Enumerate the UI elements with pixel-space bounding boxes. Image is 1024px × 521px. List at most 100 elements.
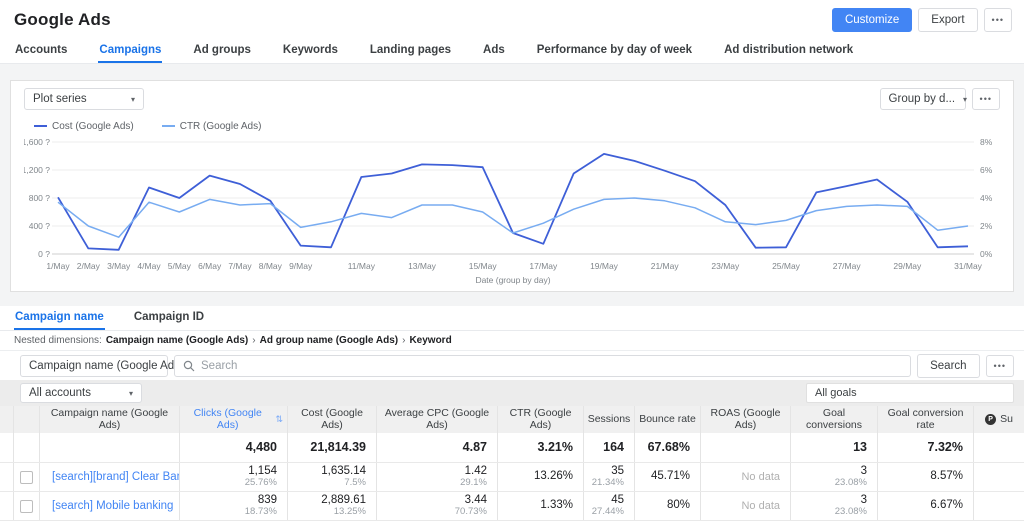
campaign-link[interactable]: [search] Mobile banking [52,500,173,512]
legend-color-swatch [162,125,175,127]
column-header-label: CTR (Google Ads) [502,408,579,431]
export-button[interactable]: Export [918,8,977,32]
column-header-cost-google-ads[interactable]: Cost (Google Ads) [287,406,376,433]
dimension-tab-campaign-id[interactable]: Campaign ID [133,306,205,330]
campaign-name-cell: [search][brand] Clear Bank [39,463,179,491]
table-cell: 45.71% [634,463,700,491]
cell-subvalue: 23.08% [835,478,867,489]
search-input[interactable] [201,360,902,372]
column-header-label: Goal conversions [795,408,873,431]
svg-text:29/May: 29/May [893,261,922,271]
plot-series-dropdown[interactable]: Plot series ▾ [24,88,144,110]
svg-text:13/May: 13/May [408,261,437,271]
series-line-cost-google-ads [58,154,968,250]
table-cell: 83918.73% [179,492,287,520]
column-header-label: Su [1000,414,1013,426]
main-nav-tabs: Accounts Campaigns Ad groups Keywords Landin… [0,40,1024,64]
search-box[interactable] [174,355,911,377]
tab-performance-by-day-of-week[interactable]: Performance by day of week [536,40,693,63]
column-header-sessions[interactable]: Sessions [583,406,634,433]
legend-item-ctr-google-ads[interactable]: CTR (Google Ads) [162,121,262,132]
table-row: [search][brand] Clear Bank1,15425.76%1,6… [0,463,1024,492]
summary-cell: 21,814.39 [287,433,376,462]
header-actions: Customize Export ••• [832,8,1012,32]
column-header-average-cpc-google-ads[interactable]: Average CPC (Google Ads) [376,406,497,433]
chevron-down-icon: ▾ [131,95,135,104]
svg-text:800 ?: 800 ? [29,193,51,203]
campaign-link[interactable]: [search][brand] Clear Bank [52,471,179,483]
svg-text:8/May: 8/May [259,261,283,271]
svg-text:2/May: 2/May [77,261,101,271]
tab-campaigns[interactable]: Campaigns [98,40,162,63]
column-header-su[interactable]: PSu [973,406,1024,433]
cell-subvalue: 25.76% [245,478,277,489]
column-header-ctr-google-ads[interactable]: CTR (Google Ads) [497,406,583,433]
column-header-clicks-google-ads[interactable]: Clicks (Google Ads)⇅ [179,406,287,433]
summary-cell: 7.32% [877,433,973,462]
column-header-bounce-rate[interactable]: Bounce rate [634,406,700,433]
column-header-roas-google-ads[interactable]: ROAS (Google Ads) [700,406,790,433]
dimension-tab-campaign-name[interactable]: Campaign name [14,306,105,330]
tab-ad-distribution-network[interactable]: Ad distribution network [723,40,854,63]
dimension-filter-dropdown[interactable]: Campaign name (Google Ad... ▾ [20,355,168,377]
tab-landing-pages[interactable]: Landing pages [369,40,452,63]
table-cell: No data [700,463,790,491]
table-cell: 2,889.6113.25% [287,492,376,520]
table-more-button[interactable]: ••• [986,355,1014,377]
column-header-campaign-name-google-ads[interactable]: Campaign name (Google Ads) [39,406,179,433]
tab-ads[interactable]: Ads [482,40,506,63]
page-header: Google Ads Customize Export ••• [0,0,1024,40]
tab-accounts[interactable]: Accounts [14,40,68,63]
chart-panel: Plot series ▾ Group by d... ▾ ••• Cost (… [10,80,1014,292]
cell-subvalue: 23.08% [835,507,867,518]
svg-text:9/May: 9/May [289,261,313,271]
tab-keywords[interactable]: Keywords [282,40,339,63]
cell-value: 8.57% [930,470,963,483]
search-button[interactable]: Search [917,354,979,378]
column-header-goal-conversions[interactable]: Goal conversions [790,406,877,433]
tab-ad-groups[interactable]: Ad groups [192,40,252,63]
svg-text:6%: 6% [980,165,993,175]
select-all-cell[interactable] [13,406,39,433]
sort-icon[interactable]: ⇅ [275,415,283,425]
cell-subvalue: 70.73% [455,507,487,518]
accounts-dropdown[interactable]: All accounts ▾ [20,383,142,403]
row-checkbox[interactable] [20,500,33,513]
svg-text:400 ?: 400 ? [29,221,51,231]
table-cell: 1.4229.1% [376,463,497,491]
table-cell: 8.57% [877,463,973,491]
table-cell [973,492,1024,520]
summary-value: 4,480 [246,440,277,454]
summary-cell [700,433,790,462]
table-cell [973,463,1024,491]
legend-color-swatch [34,125,47,127]
nested-dimension-item: Campaign name (Google Ads) [106,335,248,346]
svg-text:23/May: 23/May [711,261,740,271]
nested-dimensions-prefix: Nested dimensions: [14,335,102,346]
row-checkbox[interactable] [20,471,33,484]
cell-value: 13.26% [534,470,573,483]
table-cell: 3.4470.73% [376,492,497,520]
svg-text:0 ?: 0 ? [38,249,50,259]
summary-value: 67.68% [648,440,690,454]
customize-button[interactable]: Customize [832,8,912,32]
group-by-dropdown[interactable]: Group by d... ▾ [880,88,966,110]
summary-cell [13,433,39,462]
summary-value: 13 [853,440,867,454]
svg-text:21/May: 21/May [651,261,680,271]
svg-text:5/May: 5/May [168,261,192,271]
column-header-goal-conversion-rate[interactable]: Goal conversion rate [877,406,973,433]
summary-cell [39,433,179,462]
campaign-name-cell: [search] Mobile banking [39,492,179,520]
table-cell: 1,635.147.5% [287,463,376,491]
chart-svg: 0 ?0%400 ?2%800 ?4%1,200 ?6%1,600 ?8%1/M… [24,134,1000,286]
legend-item-cost-google-ads[interactable]: Cost (Google Ads) [34,121,134,132]
svg-text:4/May: 4/May [137,261,161,271]
column-header-label: ROAS (Google Ads) [705,408,786,431]
chart-more-button[interactable]: ••• [972,88,1000,110]
goals-dropdown[interactable]: All goals [806,383,1014,403]
dimension-filter-label: Campaign name (Google Ad... [29,360,184,372]
svg-text:27/May: 27/May [833,261,862,271]
more-options-button[interactable]: ••• [984,8,1012,32]
legend-label: Cost (Google Ads) [52,121,134,132]
